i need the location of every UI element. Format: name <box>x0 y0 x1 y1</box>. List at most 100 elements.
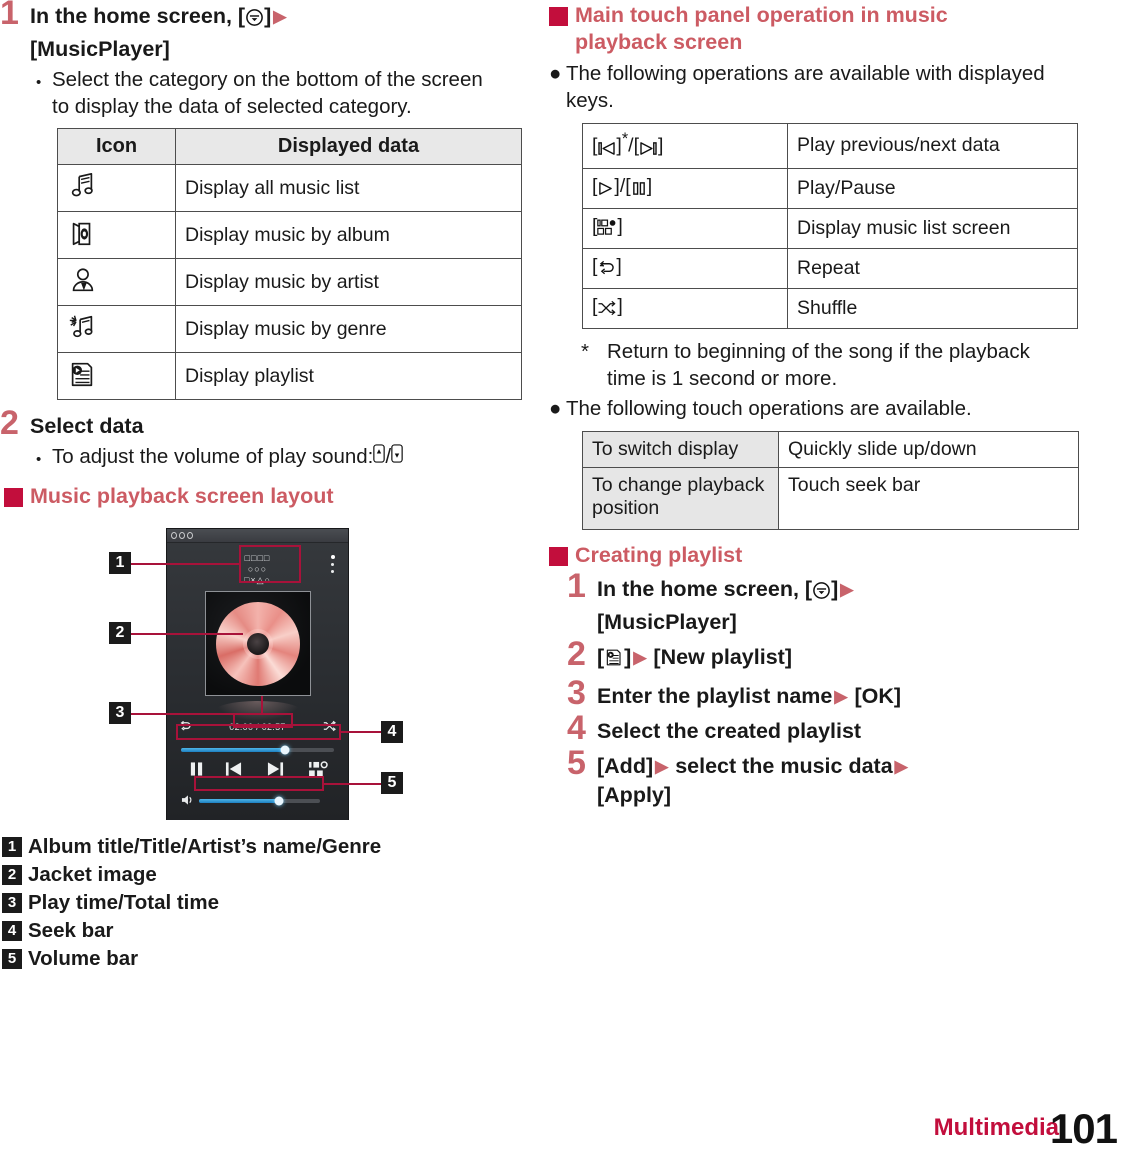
playlist-step-3-b: [OK] <box>854 683 902 708</box>
play-key-icon <box>597 179 614 202</box>
artist-icon <box>67 265 101 299</box>
playlist-step-5-a: [Add] <box>597 753 654 778</box>
music-list-key-icon <box>597 219 617 242</box>
next-key-icon <box>639 139 658 162</box>
figure-legend: 1 Album title/Title/Artist’s name/Genre … <box>2 834 540 972</box>
music-playback-figure: □□□□ ○○○ □×△○ 02:00 / 02:57 1 2 3 4 5 <box>0 516 540 826</box>
genre-icon <box>67 312 101 346</box>
step-1-bullet: • Select the category on the bottom of t… <box>36 66 488 120</box>
callout-number-3: 3 <box>109 702 131 724</box>
playlist-step-1-text-a: In the home screen, [ <box>597 576 813 601</box>
key-operations-table: []*/[] Play previous/next data []/[] Pla… <box>582 123 1078 329</box>
section-title: Music playback screen layout <box>30 484 334 508</box>
icon-cell <box>57 305 176 353</box>
table-row: Display music by album <box>57 211 522 259</box>
bracket-close-2: ] <box>658 134 664 157</box>
playlist-step-1-text: In the home screen, [] ▶ [MusicPlayer] <box>597 573 854 637</box>
section-title: Main touch panel operation in music play… <box>575 2 948 56</box>
playlist-step-2: 2 [] ▶ [New playlist] <box>567 634 1123 676</box>
key-cell: []*/[] <box>582 123 788 169</box>
key-cell: []/[] <box>582 167 788 209</box>
arrow-icon: ▶ <box>273 7 287 26</box>
arrow-icon: ▶ <box>633 647 647 667</box>
all-music-note-icon <box>67 171 101 205</box>
row-label: Play previous/next data <box>787 123 1078 169</box>
speaker-icon <box>181 793 194 811</box>
arrow-icon: ▶ <box>840 579 854 599</box>
status-icons <box>171 532 193 539</box>
pause-key-icon <box>631 179 647 202</box>
icon-cell <box>57 258 176 306</box>
playlist-step-4-text: Select the created playlist <box>597 718 862 743</box>
footnote-mark: * <box>581 339 589 363</box>
callout-leader-4 <box>341 731 383 733</box>
legend-number: 4 <box>2 921 22 941</box>
table-row: Display music by genre <box>57 305 522 353</box>
footnote-text: Return to beginning of the song if the p… <box>607 339 1030 390</box>
action-cell: To change playback position <box>582 466 779 530</box>
table-row: []*/[] Play previous/next data <box>582 123 1078 169</box>
bracket-close: ] <box>616 254 622 277</box>
row-label: Display music by album <box>175 211 522 259</box>
table-row: [] Shuffle <box>582 287 1078 329</box>
legend-number: 1 <box>2 837 22 857</box>
arrow-icon: ▶ <box>894 756 908 776</box>
column-header-icon: Icon <box>57 128 176 165</box>
step-number: 5 <box>567 743 586 782</box>
legend-label: Album title/Title/Artist’s name/Genre <box>28 835 382 858</box>
playlist-step-5-b: select the music data <box>675 753 893 778</box>
table-row: To change playback position Touch seek b… <box>582 466 1079 530</box>
callout-number-5: 5 <box>381 772 403 794</box>
bullet-dot-icon: ● <box>549 396 562 420</box>
step-number: 2 <box>0 404 19 442</box>
playlist-step-4: 4 Select the created playlist <box>567 711 1123 746</box>
home-select-key-icon <box>245 6 264 35</box>
jacket-image <box>204 591 311 696</box>
slash: /[ <box>628 134 640 157</box>
legend-number: 2 <box>2 865 22 885</box>
bracket-close: ] <box>617 294 623 317</box>
legend-number: 3 <box>2 893 22 913</box>
row-label: Display music by artist <box>175 258 522 306</box>
volume-up-key-icon <box>373 443 386 473</box>
bullet-dot-icon: • <box>36 451 42 468</box>
bullet-touch-operations: ● The following touch operations are ava… <box>549 395 1069 422</box>
key-cell: [] <box>582 247 788 289</box>
legend-item: 5 Volume bar <box>2 946 540 972</box>
left-column: 1 In the home screen, [] ▶ [MusicPlayer] … <box>0 0 540 974</box>
overflow-menu-icon[interactable] <box>331 555 335 577</box>
manual-page: 1 In the home screen, [] ▶ [MusicPlayer] … <box>0 0 1123 1162</box>
legend-label: Play time/Total time <box>28 891 220 914</box>
playlist-step-3-a: Enter the playlist name <box>597 683 833 708</box>
bullet-touch-operations-text: The following touch operations are avail… <box>566 396 972 420</box>
step-number: 1 <box>567 566 586 605</box>
playlist-icon <box>604 647 624 676</box>
row-label: Display music list screen <box>787 207 1078 249</box>
seek-bar-knob[interactable] <box>280 745 290 754</box>
volume-bar-knob[interactable] <box>274 796 284 806</box>
icon-cell <box>57 211 176 259</box>
action-cell: To switch display <box>582 430 779 468</box>
step-1-bullet-text: Select the category on the bottom of the… <box>52 68 483 118</box>
row-label: Play/Pause <box>787 167 1078 209</box>
volume-bar[interactable] <box>199 796 320 806</box>
table-row: [] Repeat <box>582 247 1078 289</box>
column-header-displayed-data: Displayed data <box>175 128 522 165</box>
seek-bar[interactable] <box>181 745 334 754</box>
playlist-step-1-line2: [MusicPlayer] <box>597 609 737 634</box>
section-heading-creating-playlist: Creating playlist <box>545 542 1123 569</box>
step-number: 2 <box>567 634 586 673</box>
legend-label: Seek bar <box>28 919 114 942</box>
table-row: []/[] Play/Pause <box>582 167 1078 209</box>
playlist-step-5: 5 [Add] ▶ select the music data ▶ [Apply] <box>567 743 1123 810</box>
shuffle-key-icon <box>597 299 617 322</box>
section-title-line-1: Main touch panel operation in music <box>575 3 948 27</box>
repeat-key-icon <box>597 259 616 282</box>
slash: ]/[ <box>614 174 631 197</box>
step-2-title: Select data <box>30 414 144 438</box>
legend-item: 2 Jacket image <box>2 862 540 888</box>
bracket-close: ] <box>617 214 623 237</box>
playlist-step-1: 1 In the home screen, [] ▶ [MusicPlayer] <box>567 566 1123 637</box>
playlist-step-3-text: Enter the playlist name ▶ [OK] <box>597 680 901 711</box>
volume-down-key-icon <box>391 443 403 473</box>
